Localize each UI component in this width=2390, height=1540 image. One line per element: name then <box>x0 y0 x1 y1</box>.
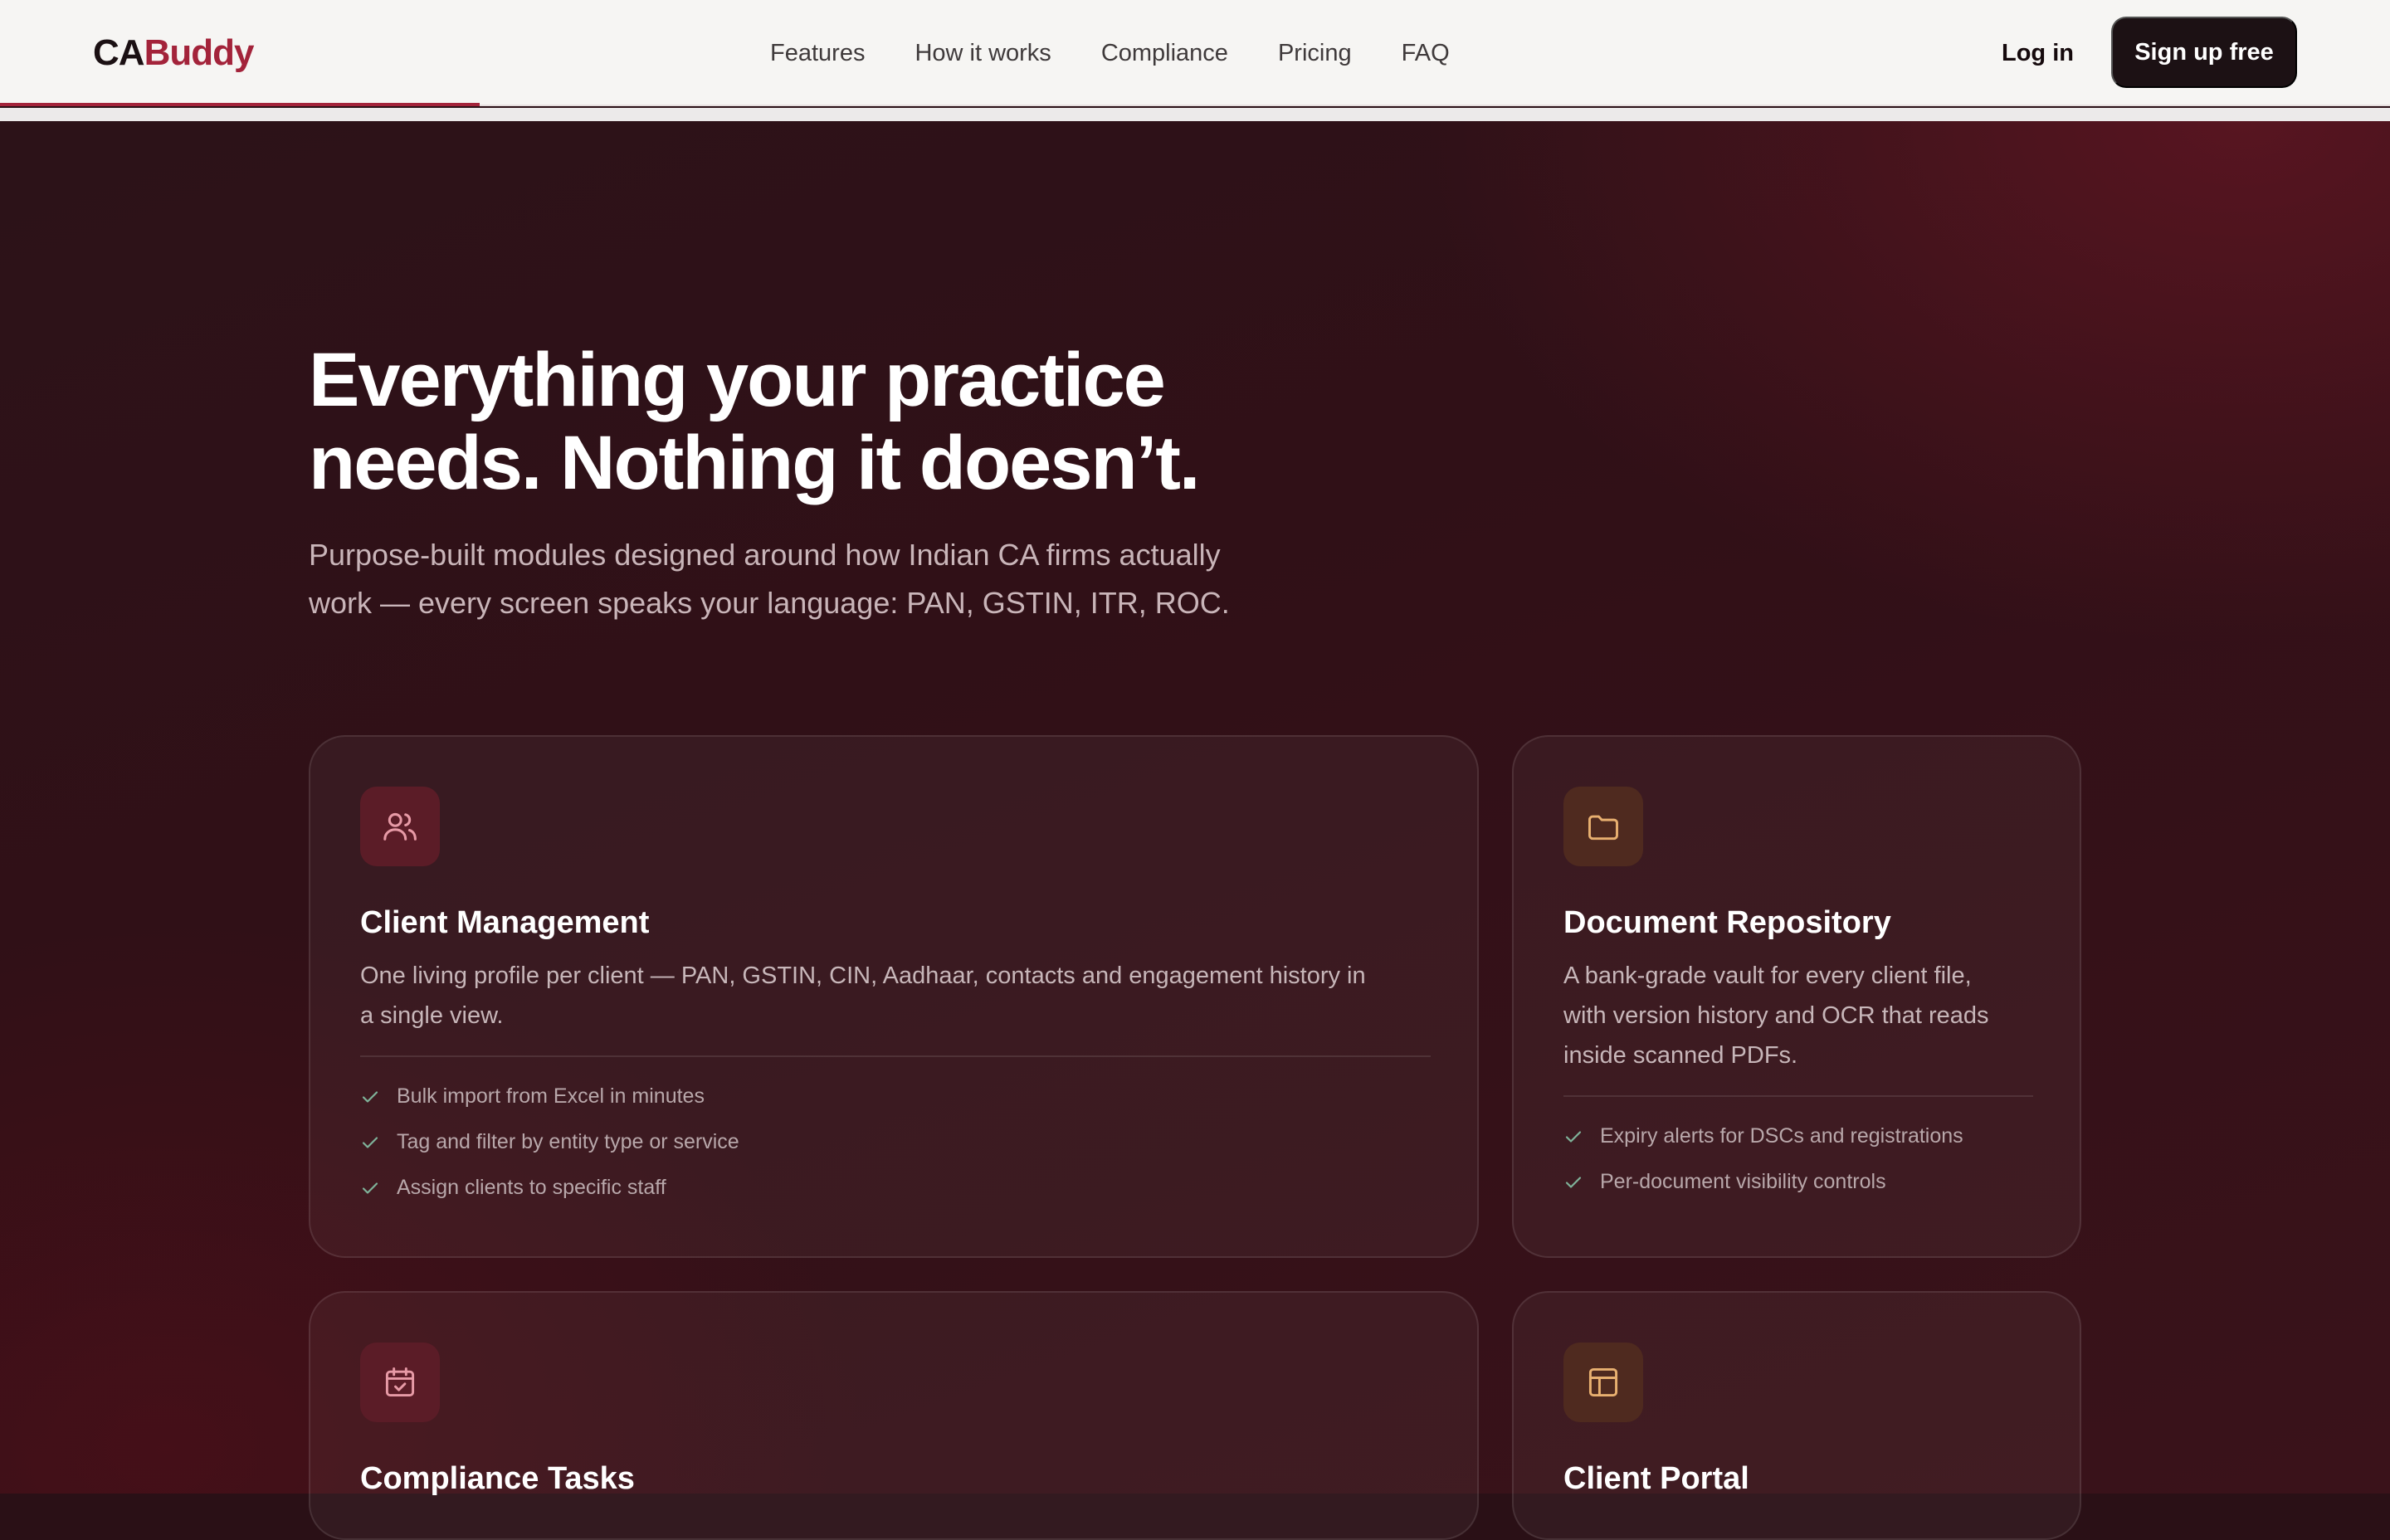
feature-list-item: Expiry alerts for DSCs and registrations <box>1563 1114 1963 1159</box>
feature-card-compliance-tasks: Compliance Tasks <box>309 1291 1479 1540</box>
login-link[interactable]: Log in <box>2002 33 2074 73</box>
card-title: Client Portal <box>1563 1461 1749 1496</box>
layout-icon <box>1563 1343 1643 1422</box>
card-description-line-2: with version history and OCR that reads <box>1563 1002 1989 1029</box>
card-description-line-1: One living profile per client — PAN, GST… <box>360 962 1366 989</box>
feature-card-client-portal: Client Portal <box>1512 1291 2081 1540</box>
brand-logo[interactable]: CABuddy <box>93 30 255 76</box>
nav-links: Features How it works Compliance Pricing… <box>770 33 1450 73</box>
card-description: A bank-grade vault for every client file… <box>1563 956 2061 1075</box>
folder-icon <box>1563 787 1643 866</box>
feature-list-item-text: Bulk import from Excel in minutes <box>397 1084 705 1108</box>
check-icon <box>362 1136 378 1148</box>
nav-link-faq[interactable]: FAQ <box>1402 33 1450 73</box>
section-subtitle-line-1: Purpose-built modules designed around ho… <box>309 538 1221 572</box>
section-title: Everything your practice needs. Nothing … <box>309 339 1388 504</box>
card-description: One living profile per client — PAN, GST… <box>360 956 1439 1036</box>
card-divider <box>360 1055 1431 1057</box>
calendar-check-icon <box>360 1343 440 1422</box>
signup-button[interactable]: Sign up free <box>2111 17 2297 88</box>
section-subtitle-line-2: work — every screen speaks your language… <box>309 586 1230 620</box>
users-icon <box>360 787 440 866</box>
nav-divider-strip <box>0 108 2390 121</box>
check-icon <box>1565 1130 1582 1143</box>
check-icon <box>1565 1176 1582 1188</box>
section-title-line-1: Everything your practice <box>309 338 1166 422</box>
scroll-progress-bar <box>0 103 480 106</box>
brand-logo-buddy: Buddy <box>144 32 255 73</box>
feature-list-item-text: Per-document visibility controls <box>1600 1170 1886 1193</box>
top-nav: CABuddy Features How it works Compliance… <box>0 0 2390 106</box>
features-section: Everything your practice needs. Nothing … <box>0 121 2390 1540</box>
feature-list-item-text: Tag and filter by entity type or service <box>397 1130 739 1153</box>
feature-list-item: Tag and filter by entity type or service <box>360 1119 739 1165</box>
nav-link-features[interactable]: Features <box>770 33 865 73</box>
feature-list-item-text: Assign clients to specific staff <box>397 1176 666 1199</box>
nav-link-how-it-works[interactable]: How it works <box>915 33 1051 73</box>
feature-list-item-text: Expiry alerts for DSCs and registrations <box>1600 1124 1963 1148</box>
feature-list-item: Bulk import from Excel in minutes <box>360 1074 739 1119</box>
feature-card-client-management: Client Management One living profile per… <box>309 735 1479 1258</box>
card-title: Document Repository <box>1563 905 1891 940</box>
feature-list-item: Assign clients to specific staff <box>360 1165 739 1211</box>
card-title: Client Management <box>360 905 650 940</box>
nav-link-compliance[interactable]: Compliance <box>1101 33 1228 73</box>
card-divider <box>1563 1095 2033 1097</box>
card-title: Compliance Tasks <box>360 1461 635 1496</box>
brand-logo-ca: CA <box>93 32 145 73</box>
check-icon <box>362 1090 378 1103</box>
card-description-line-3: inside scanned PDFs. <box>1563 1042 1798 1069</box>
nav-link-pricing[interactable]: Pricing <box>1278 33 1352 73</box>
check-icon <box>362 1182 378 1194</box>
section-title-line-2: needs. Nothing it doesn’t. <box>309 421 1200 505</box>
card-description-line-1: A bank-grade vault for every client file… <box>1563 962 1972 989</box>
feature-list: Expiry alerts for DSCs and registrations… <box>1563 1114 1963 1205</box>
card-description-line-2: a single view. <box>360 1002 504 1029</box>
section-subtitle: Purpose-built modules designed around ho… <box>309 531 1288 627</box>
feature-list: Bulk import from Excel in minutes Tag an… <box>360 1074 739 1211</box>
feature-card-document-repository: Document Repository A bank-grade vault f… <box>1512 735 2081 1258</box>
feature-list-item: Per-document visibility controls <box>1563 1159 1963 1205</box>
